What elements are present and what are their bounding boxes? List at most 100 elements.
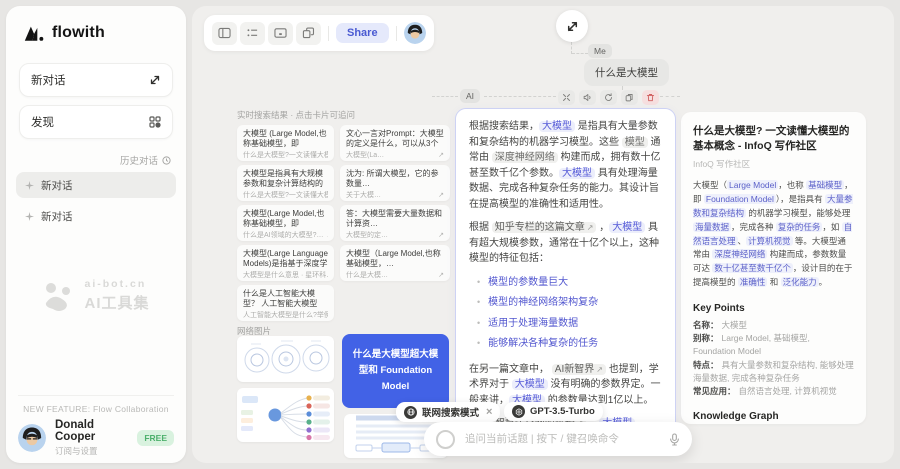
search-result-card[interactable]: 文心一言对Prompt：大模型的定义是什么，可以从3个角度…大模型(La…↗ — [340, 125, 450, 161]
flowith-logo-icon — [24, 25, 45, 42]
inline-highlight: 泛化能力 — [781, 277, 819, 287]
search-result-card[interactable]: 答：大模型需要大量数据和计算资…大模型的定…↗ — [340, 205, 450, 241]
card-source-text: 关于大模… — [346, 190, 381, 200]
copy-answer-button[interactable] — [621, 90, 638, 105]
card-source: 人工智能大模型是什么?举例…↗ — [243, 310, 328, 320]
history-versions-button[interactable] — [240, 22, 265, 45]
clock-icon — [162, 156, 171, 165]
web-image-mindmap[interactable] — [237, 388, 334, 442]
new-chat-button[interactable]: 新对话 — [19, 63, 173, 97]
web-image-circles[interactable] — [237, 336, 334, 382]
search-result-card[interactable]: 大模型是指具有大规模参数和复杂计算结构的机器学习模…什么是大模型?一文读懂大模…… — [237, 165, 334, 201]
web-search-mode-label: 联网搜索模式 — [422, 405, 479, 419]
card-title: 大模型 (Large Model,也称基础模型，即Foundation… — [243, 129, 328, 149]
speaker-icon — [583, 93, 592, 102]
card-source: 关于大模… ↗ — [346, 190, 444, 200]
card-source: 什么是大模…↗ — [346, 270, 444, 280]
follow-up-input[interactable] — [463, 432, 661, 446]
composer — [424, 422, 692, 456]
globe-icon — [404, 406, 417, 419]
watermark-line1: ai-bot.cn — [84, 278, 149, 290]
sidebar: flowith 新对话 发现 历史对话 新对话新对话 — [6, 6, 186, 463]
web-search-mode-tag[interactable]: 联网搜索模式 × — [396, 402, 500, 422]
feature-banner: NEW FEATURE: Flow Collaboration — [6, 404, 186, 414]
chat-history-item[interactable]: 新对话 — [16, 172, 176, 198]
connector-line — [484, 96, 556, 97]
card-title: 大模型(Large Language Models)是指基于深度学习… — [243, 249, 328, 269]
card-title: 答：大模型需要大量数据和计算资… — [346, 209, 444, 229]
search-result-card[interactable]: 大模型(Large Model,也称基础模型，即Foundation…什么是AI… — [237, 205, 334, 241]
external-link-icon: ↗ — [327, 231, 328, 239]
answer-bullet-item: 模型的神经网络架构复杂 — [477, 295, 662, 311]
card-source-text: 什么是大模型?一文读懂大模… — [243, 190, 328, 200]
chat-history-list: 新对话新对话 — [16, 172, 176, 234]
flow-canvas[interactable]: Share Me 什么是大模型 — [192, 6, 894, 463]
remove-tag-icon[interactable]: × — [486, 407, 492, 418]
fit-node-button[interactable] — [558, 90, 575, 105]
inline-highlight: 模型 — [622, 137, 648, 148]
user-subtitle: 订阅与设置 — [55, 445, 128, 457]
toolbar-avatar[interactable] — [404, 22, 426, 44]
search-result-card[interactable]: 大模型 (Large Model,也称基础模型，即Foundation…什么是大… — [237, 125, 334, 161]
key-point-value: 大模型 — [722, 320, 748, 330]
ai-answer-panel[interactable]: 根据搜索结果，大模型 是指具有大量参数和复杂结构的机器学习模型。这些 模型 通常… — [455, 108, 676, 434]
delete-node-button[interactable] — [642, 90, 659, 105]
discover-button[interactable]: 发现 — [19, 105, 173, 139]
external-link-icon: ↗ — [438, 231, 444, 239]
article-panel[interactable]: 什么是大模型? 一文读懂大模型的基本概念 - InfoQ 写作社区 InfoQ … — [681, 112, 866, 424]
search-result-card[interactable]: 沈为: 所谓大模型，它的参数量…关于大模…↗ — [340, 165, 450, 201]
card-source: 大模型(La…↗ — [346, 150, 444, 160]
external-link-icon: ↗ — [438, 191, 444, 199]
search-results-right-column: 文心一言对Prompt：大模型的定义是什么，可以从3个角度…大模型(La…↗沈为… — [340, 125, 450, 281]
chat-history-item[interactable]: 新对话 — [16, 203, 176, 229]
answer-paragraph: 根据 知乎专栏的这篇文章↗ ，大模型 具有超大规模参数，通常在十亿个以上，这种模… — [469, 220, 662, 267]
user-profile[interactable]: Donald Cooper 订阅与设置 FREE — [18, 420, 174, 456]
knowledge-graph-title: Knowledge Graph — [693, 411, 854, 422]
fit-view-button[interactable] — [556, 10, 588, 42]
chat-item-label: 新对话 — [41, 209, 73, 224]
answer-paragraph: 根据搜索结果，大模型 是指具有大量参数和复杂结构的机器学习模型。这些 模型 通常… — [469, 119, 662, 212]
article-source: InfoQ 写作社区 — [693, 158, 854, 170]
card-title: 文心一言对Prompt：大模型的定义是什么，可以从3个角度… — [346, 129, 444, 149]
duplicate-button[interactable] — [296, 22, 321, 45]
brand: flowith — [24, 24, 105, 42]
key-point-label: 特点： — [693, 360, 719, 370]
card-source-text: 人工智能大模型是什么?举例… — [243, 310, 328, 320]
answer-bullet-list: 模型的参数量巨大模型的神经网络架构复杂适用于处理海量数据能够解决各种复杂的任务 — [469, 275, 662, 352]
key-point-label: 别称： — [693, 333, 719, 343]
mic-icon[interactable] — [669, 433, 680, 446]
key-point: 特点：具有大量参数和复杂结构, 能够处理海量数据, 完成各种复杂任务 — [693, 359, 854, 385]
search-result-card[interactable]: 大模型(Large Language Models)是指基于深度学习…大模型是什… — [237, 245, 334, 281]
web-image-blue-card[interactable]: 什么是大模型超大模型和 Foundation Model — [342, 334, 449, 408]
history-text: 历史对话 — [120, 153, 158, 167]
card-title: 大模型(Large Model,也称基础模型，即Foundation… — [243, 209, 328, 229]
connector-line — [432, 96, 458, 97]
inline-highlight: 深度神经网络 — [492, 152, 558, 163]
user-message-bubble[interactable]: 什么是大模型 — [584, 59, 669, 86]
copy-icon — [625, 93, 634, 102]
read-aloud-button[interactable] — [579, 90, 596, 105]
inline-source-link[interactable]: AI新智界↗ — [552, 364, 606, 375]
watermark: ai-bot.cn AI工具集 — [6, 278, 186, 313]
discover-label: 发现 — [31, 114, 54, 130]
inline-source-link[interactable]: 知乎专栏的这篇文章↗ — [492, 222, 597, 233]
model-name-label: GPT-3.5-Turbo — [530, 406, 595, 417]
key-points-list: 名称：大模型别称：Large Model, 基础模型, Foundation M… — [693, 319, 854, 399]
external-link-icon: ↗ — [438, 271, 444, 279]
card-source: 什么是AI领域的大模型?…↗ — [243, 230, 328, 240]
sparkle-icon — [25, 181, 34, 190]
regenerate-button[interactable] — [600, 90, 617, 105]
inline-highlight: 准确性 — [738, 277, 768, 287]
focus-mode-button[interactable] — [268, 22, 293, 45]
card-source: 大模型是什么意思 · 星环科…↗ — [243, 270, 328, 280]
search-result-card[interactable]: 大模型（Large Model,也称基础模型，…什么是大模…↗ — [340, 245, 450, 281]
watermark-line2: AI工具集 — [84, 292, 149, 313]
share-button[interactable]: Share — [336, 23, 389, 43]
collapse-panel-button[interactable] — [212, 22, 237, 45]
model-selector-tag[interactable]: GPT-3.5-Turbo — [504, 402, 603, 421]
refresh-icon — [604, 93, 613, 102]
search-result-card[interactable]: 什么是人工智能大模型？ 人工智能大模型（Artificial…人工智能大模型是什… — [237, 285, 334, 321]
history-versions-icon — [246, 27, 259, 39]
me-node-label: Me — [588, 44, 612, 58]
external-link-icon: ↗ — [596, 365, 603, 374]
